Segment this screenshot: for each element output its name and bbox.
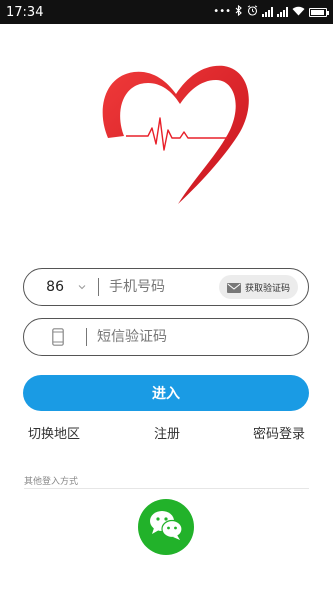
alarm-icon <box>247 5 258 19</box>
wechat-icon <box>148 509 184 545</box>
signal-icon <box>262 7 273 17</box>
chevron-down-icon[interactable] <box>74 281 90 293</box>
other-login-label: 其他登入方式 <box>24 477 79 487</box>
get-code-button[interactable]: 获取验证码 <box>218 275 298 299</box>
login-button[interactable]: 进入 <box>23 375 309 411</box>
status-icons: ••• <box>213 4 329 19</box>
divider-line <box>24 488 309 489</box>
get-code-label: 获取验证码 <box>244 283 290 294</box>
signal-icon <box>277 7 288 17</box>
divider <box>98 278 99 296</box>
switch-region-link[interactable]: 切换地区 <box>28 423 80 442</box>
battery-icon <box>309 7 329 17</box>
heart-ecg-logo <box>100 58 252 210</box>
phone-field: 86 获取验证码 <box>23 268 309 306</box>
phone-icon <box>46 326 70 348</box>
status-time: 17:34 <box>6 4 44 20</box>
sms-code-input[interactable] <box>97 325 267 349</box>
password-login-link[interactable]: 密码登录 <box>253 423 305 442</box>
sms-code-field <box>23 318 309 356</box>
envelope-icon <box>226 278 241 297</box>
wifi-icon <box>292 6 305 19</box>
phone-input[interactable] <box>109 275 205 299</box>
divider <box>86 328 87 346</box>
dots-icon: ••• <box>213 6 231 17</box>
bluetooth-icon <box>235 4 243 19</box>
country-code-select[interactable]: 86 <box>28 279 64 295</box>
wechat-login-button[interactable] <box>138 499 194 555</box>
status-bar: 17:34 ••• <box>0 0 333 24</box>
register-link[interactable]: 注册 <box>154 423 180 442</box>
